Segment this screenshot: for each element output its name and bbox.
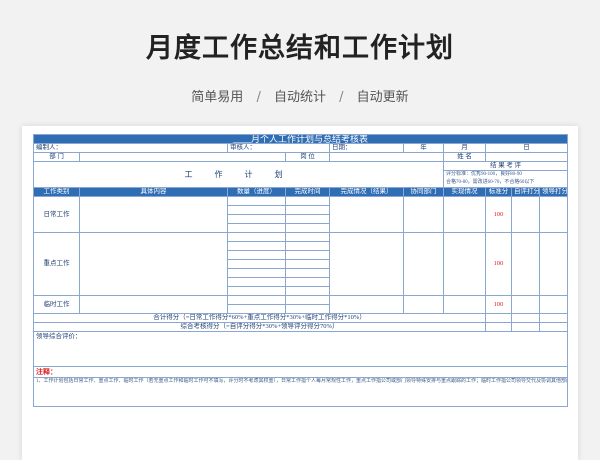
page-title: 月度工作总结和工作计划 xyxy=(146,33,454,64)
standard-score: 100 xyxy=(485,232,512,296)
standard-score: 100 xyxy=(485,295,512,314)
dept-label: 部 门 xyxy=(33,152,80,162)
maker-label: 编制人： xyxy=(33,143,228,153)
separator: / xyxy=(256,90,261,105)
table-row: 日常工作 100 xyxy=(33,196,569,233)
header-category: 工作类别 xyxy=(33,187,80,197)
feature-auto-update: 自动更新 xyxy=(356,90,409,105)
feature-auto-stat: 自动统计 xyxy=(273,90,326,105)
dept-field[interactable] xyxy=(79,152,286,162)
header-result: 完成情况（结果） xyxy=(329,187,404,197)
header-standard: 标准分 xyxy=(485,187,512,197)
form-title: ____月个人工作计划与总结考核表 xyxy=(32,134,569,144)
header-quantity: 数量（进度） xyxy=(227,187,286,197)
result-section-label: 结 果 考 评 xyxy=(442,161,569,171)
name-label: 姓 名 xyxy=(443,152,486,162)
assessment-table: ____月个人工作计划与总结考核表 编制人： 审核人： 日期： 年 月 日 部 … xyxy=(32,134,569,407)
name-field[interactable] xyxy=(484,152,569,162)
header-achieve: 实现情况 xyxy=(443,187,486,197)
spreadsheet-preview: ____月个人工作计划与总结考核表 编制人： 审核人： 日期： 年 月 日 部 … xyxy=(22,126,578,460)
category-daily: 日常工作 xyxy=(33,196,80,233)
header-dept: 协同部门 xyxy=(403,187,444,197)
position-field[interactable] xyxy=(329,152,444,162)
total-score-label: 合计得分（=日常工作得分*60%+重点工作得分*30%+临时工作得分*10%） xyxy=(33,313,486,323)
note-text: 1、工作计划包括日常工作、重点工作、临时工作（若无重点工作和临时工作可不填写，评… xyxy=(32,377,569,407)
header-self-score: 自评打分 xyxy=(511,187,540,197)
date-label: 日期： xyxy=(329,143,404,153)
leader-comment[interactable]: 领导综合评价： xyxy=(32,331,569,367)
feature-easy: 简单易用 xyxy=(191,90,244,105)
table-row: 重点工作 100 xyxy=(33,232,569,296)
header-content: 具体内容 xyxy=(79,187,228,197)
note-label: 注释： xyxy=(32,366,569,378)
header-leader-score: 领导打分 xyxy=(538,187,569,197)
category-key: 重点工作 xyxy=(33,232,80,296)
month-label: 月 xyxy=(443,143,486,153)
plan-section-label: 工 作 计 划 xyxy=(33,161,444,188)
category-temp: 临时工作 xyxy=(33,295,80,314)
criteria-text: 评分标准：优秀90-100，良好80-90 合格70-80，需改进60-70，不合… xyxy=(442,170,569,188)
position-label: 岗 位 xyxy=(285,152,330,162)
feature-list: 简单易用 / 自动统计 / 自动更新 xyxy=(0,86,600,105)
reviewer-label: 审核人： xyxy=(227,143,330,153)
header-finish-time: 完成时间 xyxy=(285,187,330,197)
day-label: 日 xyxy=(484,143,569,153)
table-row: 临时工作 100 xyxy=(33,295,569,314)
year-label: 年 xyxy=(403,143,444,153)
standard-score: 100 xyxy=(485,196,512,233)
overall-score-label: 综合考核得分（=自评分得分*30%+领导评分得分70%） xyxy=(33,322,486,332)
separator: / xyxy=(339,90,344,105)
